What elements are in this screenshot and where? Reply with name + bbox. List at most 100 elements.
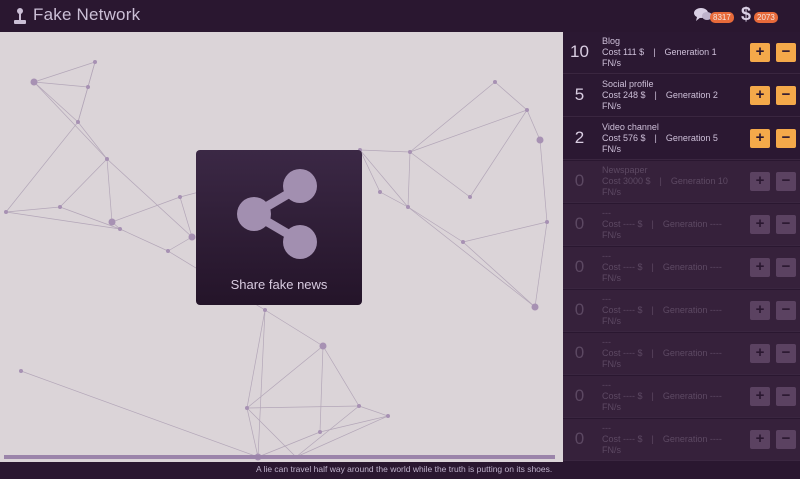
network-edge (462, 241, 536, 308)
network-edge (246, 309, 266, 409)
generator-rate-unit: FN/s (602, 101, 621, 111)
buy-generator-button[interactable]: + (750, 258, 770, 277)
generator-count: 10 (570, 42, 589, 61)
buy-generator-button[interactable]: + (750, 301, 770, 320)
share-icon (237, 169, 317, 259)
generator-info: --- Cost ---- $ | Generation ---- FN/s (602, 251, 722, 283)
network-edge (33, 81, 79, 123)
generator-generation: Generation ---- (662, 219, 722, 229)
network-node (536, 136, 544, 144)
network-edge (407, 206, 536, 308)
network-node (406, 205, 410, 209)
tagline: A lie can travel half way around the wor… (256, 464, 553, 474)
buy-generator-button[interactable]: + (750, 43, 770, 62)
network-node (4, 210, 8, 214)
buy-generator-button[interactable]: + (750, 172, 770, 191)
generators-panel: 10 Blog Cost 111 $ | Generation 1 FN/s + −… (563, 32, 800, 462)
network-edge (379, 191, 409, 208)
network-node (263, 308, 267, 312)
generator-count: 0 (574, 257, 585, 276)
generator-name: --- (602, 251, 611, 261)
sell-generator-button[interactable]: − (776, 172, 796, 191)
network-node (245, 406, 249, 410)
followers-counter: 8317 (693, 6, 738, 26)
network-edge (257, 309, 266, 458)
network-node (166, 249, 170, 253)
sell-generator-button[interactable]: − (776, 301, 796, 320)
generator-info: Social profile Cost 248 $ | Generation 2 F… (602, 79, 718, 111)
buy-generator-button[interactable]: + (750, 387, 770, 406)
network-node (105, 157, 109, 161)
buy-generator-button[interactable]: + (750, 215, 770, 234)
sell-generator-button[interactable]: − (776, 387, 796, 406)
generator-count: 0 (574, 386, 585, 405)
buy-generator-button[interactable]: + (750, 86, 770, 105)
network-edge (407, 206, 464, 243)
generator-row: 2 Video channel Cost 576 $ | Generation 5 … (563, 118, 800, 160)
sell-generator-button[interactable]: − (776, 344, 796, 363)
generator-row: 0 --- Cost ---- $ | Generation ---- FN/s +… (563, 333, 800, 375)
generator-generation: Generation ---- (662, 391, 722, 401)
generator-row: 0 --- Cost ---- $ | Generation ---- FN/s +… (563, 290, 800, 332)
network-edge (526, 109, 541, 141)
sell-generator-button[interactable]: − (776, 258, 796, 277)
network-edge (246, 407, 259, 458)
sell-generator-button[interactable]: − (776, 129, 796, 148)
network-node (545, 220, 549, 224)
network-edge (106, 158, 113, 223)
network-edge (20, 370, 259, 458)
sell-generator-button[interactable]: − (776, 86, 796, 105)
generator-info: --- Cost ---- $ | Generation ---- FN/s (602, 337, 722, 369)
generator-count: 0 (574, 171, 585, 190)
followers-count-badge: 8317 (710, 12, 734, 23)
generator-count: 2 (574, 128, 585, 147)
network-edge (77, 121, 108, 160)
network-edge (359, 149, 381, 193)
network-edge (295, 415, 389, 458)
money-counter: $ 2073 (741, 4, 781, 26)
network-edge (59, 158, 108, 208)
share-fake-news-button[interactable]: Share fake news (196, 150, 362, 305)
network-edge (319, 415, 389, 433)
network-node (461, 240, 465, 244)
generator-rate-unit: FN/s (602, 230, 621, 240)
network-edge (359, 149, 411, 153)
generator-name: Newspaper (602, 165, 648, 175)
generator-name: Video channel (602, 122, 659, 132)
network-node (493, 80, 497, 84)
network-node (386, 414, 390, 418)
network-edge (33, 81, 89, 88)
buy-generator-button[interactable]: + (750, 430, 770, 449)
network-node (319, 342, 327, 350)
generator-rate-unit: FN/s (602, 359, 621, 369)
network-edge (407, 151, 411, 208)
sell-generator-button[interactable]: − (776, 215, 796, 234)
dollar-icon: $ (741, 4, 752, 24)
network-edge (534, 221, 548, 308)
generator-generation: Generation 5 (665, 133, 718, 143)
generator-rate-unit: FN/s (602, 144, 621, 154)
money-count-badge: 2073 (754, 12, 778, 23)
network-edge (246, 405, 360, 409)
sell-generator-button[interactable]: − (776, 430, 796, 449)
progress-fill (4, 455, 555, 459)
generator-generation: Generation 10 (670, 176, 728, 186)
generator-generation: Generation ---- (662, 262, 722, 272)
generator-rate-unit: FN/s (602, 402, 621, 412)
generator-rate-unit: FN/s (602, 187, 621, 197)
network-edge (33, 81, 108, 160)
generator-cost: Cost 576 $ (602, 133, 646, 143)
network-node (30, 78, 38, 86)
footer: A lie can travel half way around the wor… (0, 462, 800, 479)
buy-generator-button[interactable]: + (750, 129, 770, 148)
network-edge (462, 221, 548, 243)
buy-generator-button[interactable]: + (750, 344, 770, 363)
network-edge (111, 196, 181, 223)
network-edge (246, 345, 324, 409)
network-edge (319, 345, 324, 433)
generator-row: 10 Blog Cost 111 $ | Generation 1 FN/s + − (563, 32, 800, 74)
sell-generator-button[interactable]: − (776, 43, 796, 62)
generator-cost: Cost 248 $ (602, 90, 646, 100)
generator-row: 0 --- Cost ---- $ | Generation ---- FN/s +… (563, 376, 800, 418)
generator-cost: Cost ---- $ (602, 219, 643, 229)
